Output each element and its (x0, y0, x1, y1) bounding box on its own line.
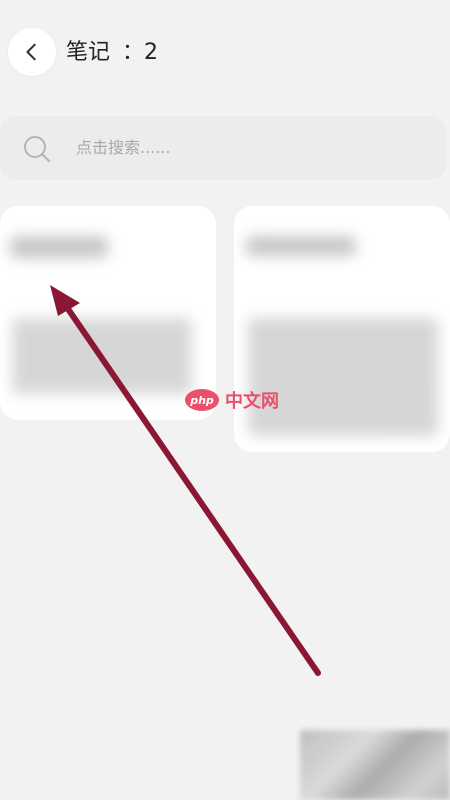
note-card-title-blurred (10, 236, 108, 258)
page-title: 笔记 ：2 (66, 38, 158, 68)
note-card-2[interactable] (234, 206, 450, 452)
note-card-title-blurred (246, 236, 356, 256)
search-icon (24, 136, 51, 163)
top-bar: 笔记 ：2 (0, 0, 450, 106)
title-text: 笔记 (66, 40, 111, 65)
back-button[interactable] (8, 28, 56, 76)
note-card-content-blurred (248, 318, 438, 436)
watermark: php 中文网 (185, 385, 279, 415)
php-logo: php (185, 389, 219, 411)
note-count: ：2 (122, 40, 159, 65)
search-bar[interactable]: 点击搜索...... (0, 116, 446, 180)
search-placeholder: 点击搜索...... (76, 138, 171, 157)
chevron-left-icon (26, 43, 36, 61)
note-card-1[interactable] (0, 206, 216, 420)
blurred-thumbnail (300, 730, 450, 800)
note-card-content-blurred (12, 318, 192, 394)
watermark-text: 中文网 (225, 391, 279, 412)
